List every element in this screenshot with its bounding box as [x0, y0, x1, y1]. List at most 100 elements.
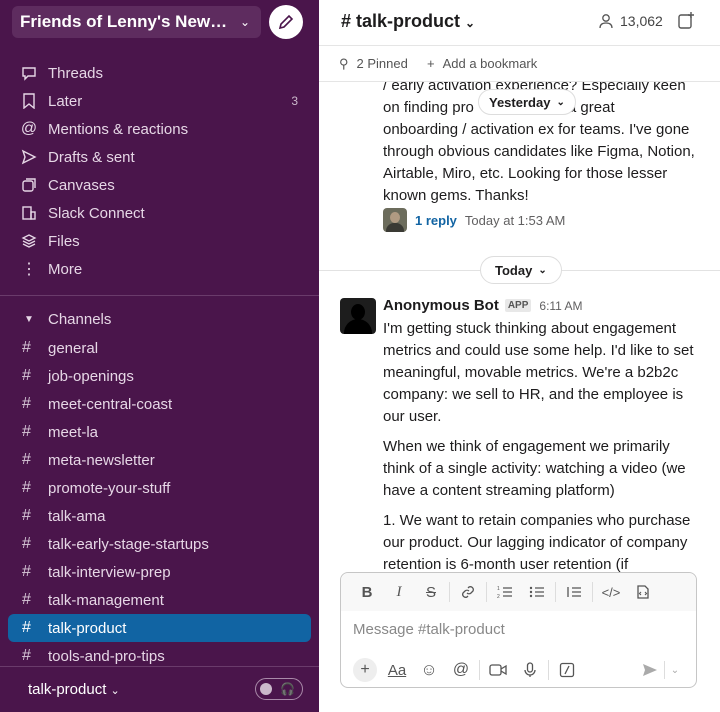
nav-more[interactable]: ⋮ More	[20, 256, 310, 282]
link-icon[interactable]	[452, 577, 484, 607]
sender-name[interactable]: Anonymous Bot	[383, 297, 499, 314]
channel-item[interactable]: # meta-newsletter	[8, 446, 311, 474]
compose-button[interactable]	[269, 5, 303, 39]
channel-name: talk-management	[48, 591, 164, 609]
bullet-list-icon[interactable]	[521, 577, 553, 607]
member-count-button[interactable]: 13,062	[598, 13, 663, 29]
headphones-icon: 🎧	[280, 682, 295, 696]
nav-mentions[interactable]: @ Mentions & reactions	[20, 116, 310, 142]
toolbar-divider	[548, 660, 549, 680]
channel-item[interactable]: # talk-early-stage-startups	[8, 530, 311, 558]
footer-channel-switcher[interactable]: talk-product ⌄	[28, 681, 120, 698]
pinned-button[interactable]: ⚲ 2 Pinned	[339, 56, 408, 72]
building-icon	[20, 204, 38, 222]
canvas-add-button[interactable]	[676, 11, 696, 36]
toggle-knob	[260, 683, 272, 695]
later-count-badge: 3	[291, 94, 298, 108]
channel-item[interactable]: # talk-ama	[8, 502, 311, 530]
hash-icon: #	[22, 647, 31, 664]
message-line: Airtable, Miro, etc. Looking for those l…	[383, 165, 668, 182]
send-icon	[20, 148, 38, 166]
chevron-down-icon: ⌄	[556, 96, 565, 108]
ordered-list-icon[interactable]: 12	[489, 577, 521, 607]
channel-item[interactable]: # promote-your-stuff	[8, 474, 311, 502]
workspace-switcher[interactable]: Friends of Lenny's Newsletter ⌄	[12, 6, 261, 38]
channel-item[interactable]: # talk-interview-prep	[8, 558, 311, 586]
toolbar-divider	[555, 582, 556, 602]
message-timestamp[interactable]: 6:11 AM	[539, 299, 582, 313]
toolbar-divider	[449, 582, 450, 602]
message-line: through obvious candidates like Figma, N…	[383, 143, 695, 160]
nav-later[interactable]: Later 3	[20, 88, 310, 114]
channel-item[interactable]: # job-openings	[8, 362, 311, 390]
nav-canvases[interactable]: Canvases	[20, 172, 310, 198]
code-block-icon[interactable]	[627, 577, 659, 607]
hash-icon: #	[22, 507, 31, 524]
pinned-label: 2 Pinned	[356, 56, 408, 71]
message-line: known gems. Thanks!	[383, 187, 529, 204]
channel-item[interactable]: # general	[8, 334, 311, 362]
bold-icon[interactable]: B	[351, 577, 383, 607]
toolbar-divider	[592, 582, 593, 602]
nav-slack-connect[interactable]: Slack Connect	[20, 200, 310, 226]
channel-name: tools-and-pro-tips	[48, 647, 165, 665]
message-placeholder: Message #talk-product	[353, 621, 505, 638]
mention-icon[interactable]: @	[445, 656, 477, 684]
channel-name: talk-interview-prep	[48, 563, 171, 581]
message-paragraph: 1. We want to retain companies who purch…	[383, 512, 691, 572]
thread-replies[interactable]: 1 reply Today at 1:53 AM	[383, 208, 565, 232]
message-list[interactable]: / early activation experience? Especiall…	[319, 82, 720, 572]
channel-title-text: # talk-product	[341, 11, 461, 31]
slash-command-icon[interactable]	[551, 656, 583, 684]
attach-plus-icon[interactable]: +	[353, 658, 377, 682]
text-format-icon[interactable]: Aa	[381, 656, 413, 684]
channel-item[interactable]: # meet-la	[8, 418, 311, 446]
channel-item[interactable]: # talk-management	[8, 586, 311, 614]
pin-icon: ⚲	[339, 55, 349, 71]
files-icon	[20, 232, 38, 250]
channel-item-active[interactable]: # talk-product	[8, 614, 311, 642]
person-icon	[599, 14, 613, 29]
svg-text:2: 2	[497, 594, 500, 600]
nav-files[interactable]: Files	[20, 228, 310, 254]
nav-threads[interactable]: Threads	[20, 60, 310, 86]
send-icon[interactable]	[636, 662, 664, 678]
code-icon[interactable]: </>	[595, 577, 627, 607]
channel-header: # talk-product ⌄ 13,062	[319, 0, 720, 45]
send-controls: ⌄	[636, 656, 685, 684]
sidebar-footer: talk-product ⌄ 🎧	[0, 666, 319, 712]
formatting-toolbar: B I S 12 </>	[341, 573, 696, 611]
video-icon[interactable]	[482, 656, 514, 684]
huddle-toggle[interactable]: 🎧	[255, 678, 303, 700]
app-badge: APP	[504, 299, 532, 312]
microphone-icon[interactable]	[514, 656, 546, 684]
nav-label: Later	[48, 92, 83, 110]
hash-icon: #	[22, 535, 31, 552]
hash-icon: #	[22, 395, 31, 412]
date-divider-today[interactable]: Today ⌄	[480, 256, 562, 284]
message-paragraph: I'm getting stuck thinking about engagem…	[383, 320, 694, 425]
blockquote-icon[interactable]	[558, 577, 590, 607]
emoji-icon[interactable]: ☺	[413, 656, 445, 684]
italic-icon[interactable]: I	[383, 577, 415, 607]
chevron-down-icon[interactable]: ⌄	[665, 665, 685, 676]
avatar[interactable]	[340, 298, 376, 334]
add-bookmark-button[interactable]: + Add a bookmark	[427, 56, 537, 71]
channel-item[interactable]: # meet-central-coast	[8, 390, 311, 418]
section-label: Channels	[48, 310, 112, 328]
strikethrough-icon[interactable]: S	[415, 577, 447, 607]
date-divider-yesterday[interactable]: Yesterday ⌄	[478, 89, 576, 115]
channels-section-header[interactable]: ▼ Channels	[20, 306, 310, 332]
nav-label: Threads	[48, 64, 104, 82]
bookmarks-bar: ⚲ 2 Pinned + Add a bookmark	[319, 45, 720, 82]
nav-label: More	[48, 260, 83, 278]
channel-title[interactable]: # talk-product ⌄	[341, 11, 475, 32]
caret-down-icon: ▼	[24, 313, 34, 325]
channel-name: talk-ama	[48, 507, 106, 525]
reply-count-link[interactable]: 1 reply	[415, 213, 457, 228]
message-input[interactable]: Message #talk-product	[353, 621, 505, 638]
date-label: Today	[495, 262, 533, 278]
message-paragraph: When we think of engagement we primarily…	[383, 438, 686, 499]
bookmark-icon	[20, 92, 38, 110]
nav-drafts[interactable]: Drafts & sent	[20, 144, 310, 170]
